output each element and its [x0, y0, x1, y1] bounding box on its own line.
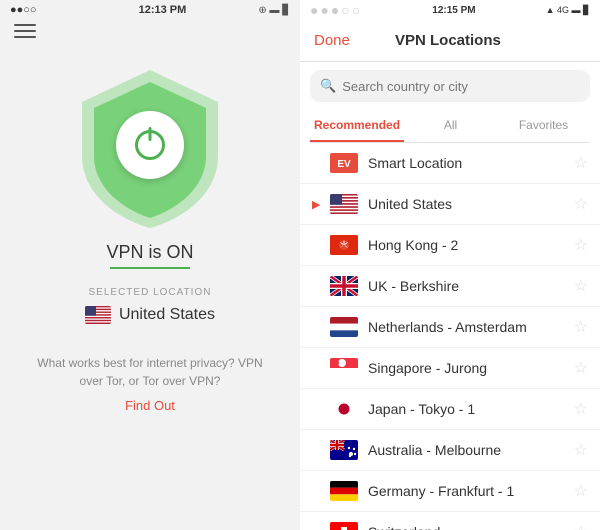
selected-location-value: United States: [85, 306, 215, 324]
star-icon[interactable]: ☆: [574, 235, 588, 255]
selected-location-label: SELECTED LOCATION: [89, 287, 212, 298]
list-item[interactable]: Germany - Frankfurt - 1 ☆: [300, 471, 600, 512]
right-time: 12:15 PM: [432, 5, 475, 16]
star-icon[interactable]: ☆: [574, 481, 588, 501]
list-item[interactable]: Singapore - Jurong ☆: [300, 348, 600, 389]
vpn-status-underline: [110, 267, 190, 269]
list-item[interactable]: ▶ United: [300, 184, 600, 225]
search-icon: 🔍: [320, 78, 336, 94]
location-name: UK - Berkshire: [368, 278, 574, 294]
list-item[interactable]: Switzerland ☆: [300, 512, 600, 530]
vpn-status-text: VPN is ON: [106, 242, 193, 263]
find-out-link[interactable]: Find Out: [125, 398, 175, 413]
star-icon[interactable]: ☆: [574, 358, 588, 378]
list-item[interactable]: Japan - Tokyo - 1 ☆: [300, 389, 600, 430]
right-status-icons: ▲ 4G ▬ ▊: [546, 5, 590, 16]
sg-flag-icon: [330, 358, 358, 378]
list-item[interactable]: EV Smart Location ☆: [300, 143, 600, 184]
location-name: Netherlands - Amsterdam: [368, 319, 574, 335]
location-name: United States: [368, 196, 574, 212]
left-signal-dots: ●●○○: [10, 4, 37, 16]
location-list: EV Smart Location ☆ ▶: [300, 143, 600, 530]
search-bar: 🔍: [310, 70, 590, 102]
us-flag-icon: [330, 194, 358, 214]
list-item[interactable]: Australia - Melbourne ☆: [300, 430, 600, 471]
power-button[interactable]: [116, 111, 184, 179]
jp-flag-icon: [330, 399, 358, 419]
list-item[interactable]: UK - Berkshire ☆: [300, 266, 600, 307]
star-icon[interactable]: ☆: [574, 194, 588, 214]
left-time: 12:13 PM: [139, 4, 187, 16]
left-panel: ●●○○ 12:13 PM ⊕ ▬ ▊ VPN is ON SELECTED L…: [0, 0, 300, 530]
de-flag-icon: [330, 481, 358, 501]
tab-favorites[interactable]: Favorites: [497, 110, 590, 142]
star-icon[interactable]: ☆: [574, 440, 588, 460]
privacy-text: What works best for internet privacy? VP…: [0, 354, 300, 390]
hamburger-line-1: [14, 24, 36, 26]
tab-recommended[interactable]: Recommended: [310, 110, 404, 142]
location-name: Japan - Tokyo - 1: [368, 401, 574, 417]
star-icon[interactable]: ☆: [574, 399, 588, 419]
left-status-icons: ⊕ ▬ ▊: [258, 5, 290, 16]
tab-all[interactable]: All: [404, 110, 497, 142]
right-status-bar: ●●●○○ 12:15 PM ▲ 4G ▬ ▊: [300, 0, 600, 20]
done-button[interactable]: Done: [314, 32, 350, 49]
star-icon[interactable]: ☆: [574, 522, 588, 530]
location-name: Switzerland: [368, 524, 574, 530]
list-item[interactable]: Netherlands - Amsterdam ☆: [300, 307, 600, 348]
location-name: Smart Location: [368, 155, 574, 171]
location-name: Australia - Melbourne: [368, 442, 574, 458]
power-icon: [135, 130, 165, 160]
top-nav: Done VPN Locations: [300, 20, 600, 62]
star-icon[interactable]: ☆: [574, 317, 588, 337]
nav-title: VPN Locations: [395, 32, 501, 49]
search-input[interactable]: [342, 79, 580, 94]
svg-text:EV: EV: [337, 159, 351, 170]
tabs-row: Recommended All Favorites: [310, 110, 590, 143]
location-name: Germany - Frankfurt - 1: [368, 483, 574, 499]
hamburger-line-2: [14, 30, 36, 32]
nl-flag-icon: [330, 317, 358, 337]
shield-container: [70, 60, 230, 230]
selected-location-name: United States: [119, 306, 215, 324]
uk-flag-icon: [330, 276, 358, 296]
right-signal-dots: ●●●○○: [310, 2, 362, 18]
au-flag-icon: [330, 440, 358, 460]
location-name: Hong Kong - 2: [368, 237, 574, 253]
expand-arrow: ▶: [312, 198, 326, 211]
star-icon[interactable]: ☆: [574, 276, 588, 296]
ch-flag-icon: [330, 522, 358, 530]
hamburger-menu-button[interactable]: [14, 24, 36, 38]
hk-flag-icon: [330, 235, 358, 255]
smart-location-icon: EV: [330, 153, 358, 173]
hamburger-line-3: [14, 36, 36, 38]
list-item[interactable]: Hong Kong - 2 ☆: [300, 225, 600, 266]
left-status-bar: ●●○○ 12:13 PM ⊕ ▬ ▊: [0, 0, 300, 20]
star-icon[interactable]: ☆: [574, 153, 588, 173]
location-name: Singapore - Jurong: [368, 360, 574, 376]
us-flag-icon: [85, 306, 111, 324]
right-panel: ●●●○○ 12:15 PM ▲ 4G ▬ ▊ Done VPN Locatio…: [300, 0, 600, 530]
